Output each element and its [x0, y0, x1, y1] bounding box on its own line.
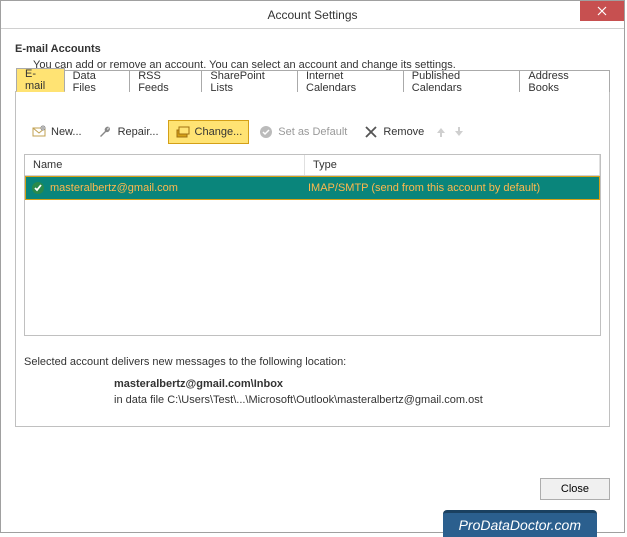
move-up-button [433, 124, 449, 140]
content-area: E-mail Accounts You can add or remove an… [1, 29, 624, 427]
set-default-label: Set as Default [278, 126, 347, 138]
repair-button[interactable]: Repair... [91, 120, 166, 144]
tab-rss-feeds[interactable]: RSS Feeds [129, 70, 202, 92]
change-label: Change... [195, 126, 243, 138]
remove-button[interactable]: Remove [356, 120, 431, 144]
delivery-label: Selected account delivers new messages t… [24, 356, 601, 368]
arrow-up-icon [435, 126, 447, 138]
list-header: Name Type [25, 155, 600, 176]
window-close-button[interactable] [580, 1, 624, 21]
tab-internet-calendars[interactable]: Internet Calendars [297, 70, 404, 92]
change-button[interactable]: Change... [168, 120, 250, 144]
tab-sharepoint-lists[interactable]: SharePoint Lists [201, 70, 298, 92]
delivery-section: Selected account delivers new messages t… [16, 344, 609, 426]
move-down-button [451, 124, 467, 140]
new-label: New... [51, 126, 82, 138]
tabs-container: E-mail Data Files RSS Feeds SharePoint L… [15, 91, 610, 427]
tab-address-books[interactable]: Address Books [519, 70, 610, 92]
close-button[interactable]: Close [540, 478, 610, 500]
default-account-icon [30, 180, 46, 196]
repair-label: Repair... [118, 126, 159, 138]
delivery-location: masteralbertz@gmail.com\Inbox [114, 378, 601, 390]
header-section: E-mail Accounts You can add or remove an… [15, 43, 610, 71]
remove-icon [363, 124, 379, 140]
header-title: E-mail Accounts [15, 43, 610, 55]
change-icon [175, 124, 191, 140]
new-icon [31, 124, 47, 140]
toolbar: New... Repair... Change... [16, 114, 609, 150]
account-settings-window: Account Settings E-mail Accounts You can… [0, 0, 625, 533]
accounts-list: Name Type masteralbertz@gmail.com IMAP/S… [24, 154, 601, 336]
set-default-button: Set as Default [251, 120, 354, 144]
watermark: ProDataDoctor.com [443, 510, 597, 537]
repair-icon [98, 124, 114, 140]
new-button[interactable]: New... [24, 120, 89, 144]
arrow-down-icon [453, 126, 465, 138]
account-type: IMAP/SMTP (send from this account by def… [308, 182, 595, 194]
account-row[interactable]: masteralbertz@gmail.com IMAP/SMTP (send … [25, 176, 600, 200]
check-circle-icon [258, 124, 274, 140]
close-icon [597, 6, 607, 16]
tab-published-calendars[interactable]: Published Calendars [403, 70, 521, 92]
tab-data-files[interactable]: Data Files [64, 70, 131, 92]
account-name: masteralbertz@gmail.com [50, 182, 308, 194]
column-header-type[interactable]: Type [305, 155, 600, 175]
tabs-row: E-mail Data Files RSS Feeds SharePoint L… [16, 70, 609, 92]
delivery-path: in data file C:\Users\Test\...\Microsoft… [114, 394, 601, 406]
remove-label: Remove [383, 126, 424, 138]
titlebar: Account Settings [1, 1, 624, 29]
window-title: Account Settings [267, 8, 357, 22]
tab-email[interactable]: E-mail [16, 68, 65, 92]
column-header-name[interactable]: Name [25, 155, 305, 175]
footer: Close [540, 478, 610, 500]
